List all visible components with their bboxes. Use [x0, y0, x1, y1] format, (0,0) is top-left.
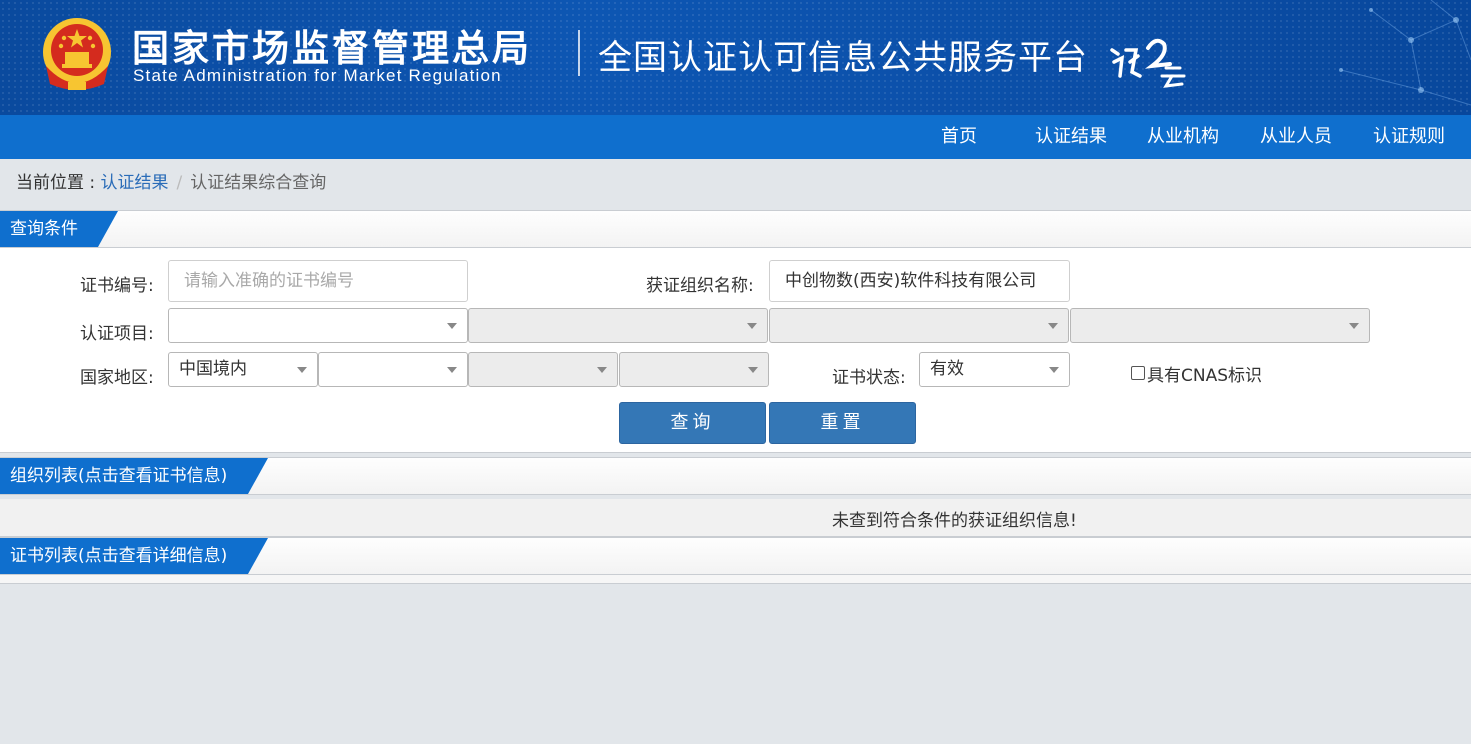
org-name-en: State Administration for Market Regulati…: [133, 66, 502, 85]
project-select-3[interactable]: [769, 308, 1069, 343]
query-panel-header: 查询条件: [0, 210, 1471, 248]
region-select-province[interactable]: [318, 352, 468, 387]
cnas-label: 具有CNAS标识: [1147, 366, 1263, 386]
main-nav: 首页 认证结果 从业机构 从业人员 认证规则: [0, 115, 1471, 159]
chevron-down-icon: [747, 323, 757, 329]
site-banner: 国家市场监督管理总局 State Administration for Mark…: [0, 0, 1471, 115]
org-name-cn: 国家市场监督管理总局: [132, 27, 532, 70]
nav-cert-rules[interactable]: 认证规则: [1373, 115, 1445, 159]
cert-list-title: 证书列表(点击查看详细信息): [0, 538, 268, 574]
breadcrumb-separator: /: [176, 173, 183, 193]
nav-home[interactable]: 首页: [941, 115, 977, 159]
chevron-down-icon: [597, 367, 607, 373]
chevron-down-icon: [297, 367, 307, 373]
org-list-title: 组织列表(点击查看证书信息): [0, 458, 268, 494]
cert-no-input[interactable]: 请输入准确的证书编号: [168, 260, 468, 302]
cnas-option[interactable]: 具有CNAS标识: [1131, 361, 1262, 386]
chevron-down-icon: [447, 323, 457, 329]
status-label: 证书状态:: [832, 368, 906, 388]
breadcrumb-current: 认证结果综合查询: [190, 173, 327, 193]
cert-no-label: 证书编号:: [80, 276, 154, 296]
project-select-1[interactable]: [168, 308, 468, 343]
reset-button[interactable]: 重置: [769, 402, 916, 444]
cert-list-header: 证书列表(点击查看详细信息): [0, 537, 1471, 575]
project-select-4[interactable]: [1070, 308, 1370, 343]
region-select-district[interactable]: [619, 352, 769, 387]
org-name-label: 获证组织名称:: [646, 276, 754, 296]
national-emblem-icon: [43, 18, 111, 90]
cert-list-body: [0, 575, 1471, 584]
breadcrumb: 当前位置 : 认证结果 / 认证结果综合查询: [16, 168, 326, 193]
chevron-down-icon: [748, 367, 758, 373]
org-list-empty-row: 未查到符合条件的获证组织信息!: [0, 499, 1471, 537]
chevron-down-icon: [1049, 367, 1059, 373]
renzheng-cloud-logo-icon: [1110, 38, 1186, 88]
breadcrumb-link-cert-results[interactable]: 认证结果: [101, 173, 169, 193]
org-list-empty-message: 未查到符合条件的获证组织信息!: [832, 511, 1077, 531]
nav-institutions[interactable]: 从业机构: [1147, 115, 1219, 159]
project-select-2[interactable]: [468, 308, 768, 343]
org-list-header: 组织列表(点击查看证书信息): [0, 457, 1471, 495]
nav-cert-results[interactable]: 认证结果: [1035, 115, 1107, 159]
project-label: 认证项目:: [80, 324, 154, 344]
region-select-city[interactable]: [468, 352, 618, 387]
region-select-country[interactable]: 中国境内: [168, 352, 318, 387]
chevron-down-icon: [447, 367, 457, 373]
chevron-down-icon: [1349, 323, 1359, 329]
breadcrumb-prefix: 当前位置 :: [16, 173, 101, 193]
region-select-value: 中国境内: [179, 359, 247, 379]
status-select-value: 有效: [930, 359, 964, 379]
cnas-checkbox[interactable]: [1131, 366, 1145, 380]
query-panel-title: 查询条件: [0, 211, 118, 247]
nav-personnel[interactable]: 从业人员: [1260, 115, 1332, 159]
region-label: 国家地区:: [80, 368, 154, 388]
platform-title: 全国认证认可信息公共服务平台: [598, 38, 1088, 78]
search-button[interactable]: 查询: [619, 402, 766, 444]
header-divider: [578, 30, 580, 76]
org-name-input[interactable]: 中创物数(西安)软件科技有限公司: [769, 260, 1070, 302]
status-select[interactable]: 有效: [919, 352, 1070, 387]
chevron-down-icon: [1048, 323, 1058, 329]
network-decoration: [1339, 0, 1471, 106]
